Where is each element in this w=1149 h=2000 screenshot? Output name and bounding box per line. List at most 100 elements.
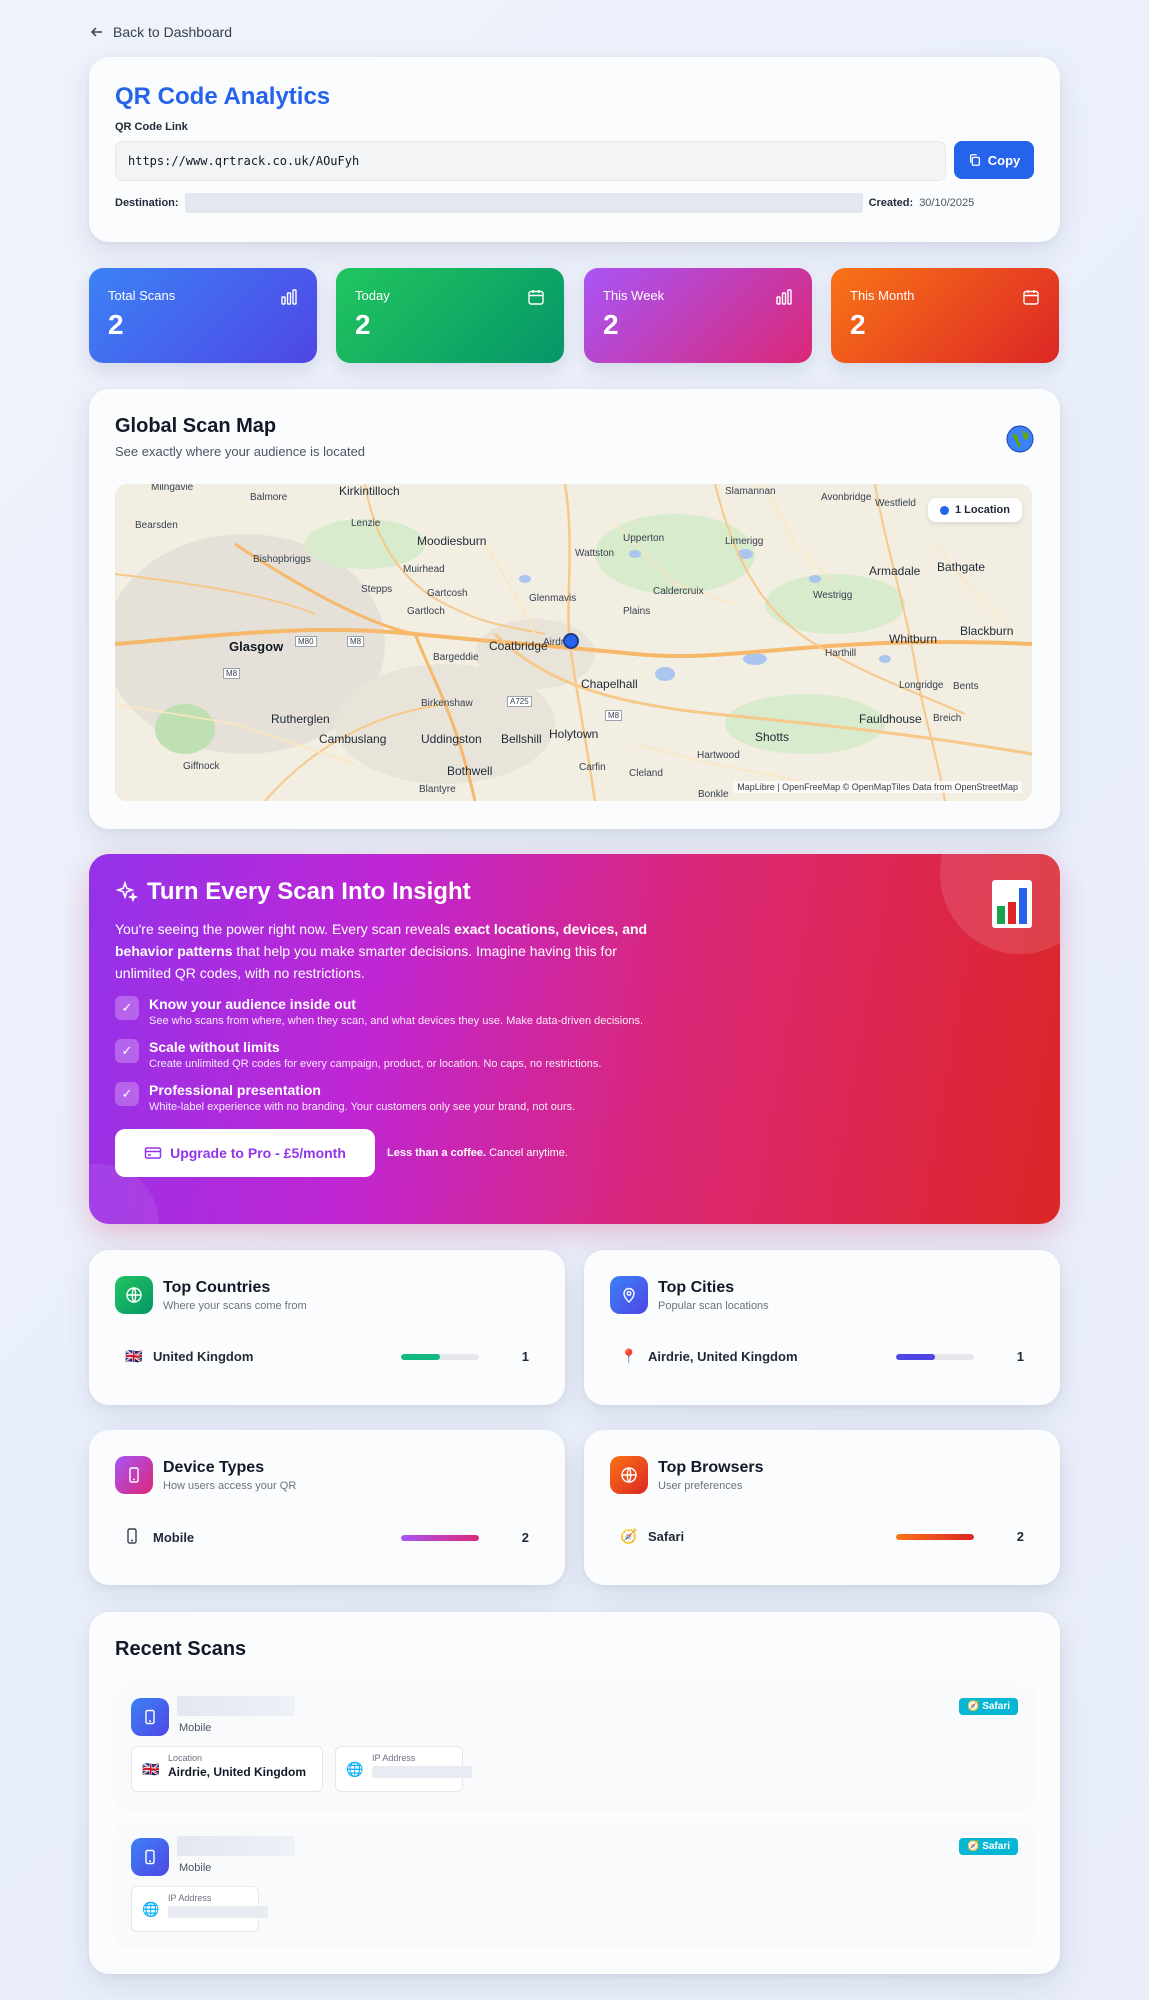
globe-icon xyxy=(610,1456,648,1494)
map-label: Bathgate xyxy=(937,560,986,574)
scan-map[interactable]: Milngavie Balmore Kirkintilloch Bearsden… xyxy=(115,484,1032,801)
card-subtitle: How users access your QR xyxy=(163,1480,297,1492)
card-subtitle: Where your scans come from xyxy=(163,1300,307,1312)
copy-icon xyxy=(969,154,980,166)
share-bar xyxy=(896,1353,974,1360)
smartphone-icon xyxy=(131,1698,169,1736)
map-label: Blantyre xyxy=(419,784,456,795)
page-title: QR Code Analytics xyxy=(115,83,331,110)
browser-row: 🧭 Safari 2 xyxy=(620,1528,1024,1545)
map-label: Cleland xyxy=(629,768,663,779)
calendar-icon xyxy=(528,290,544,305)
map-label: Bishopbriggs xyxy=(253,554,311,565)
ip-value-redacted xyxy=(168,1906,268,1918)
top-countries-card: Top Countries Where your scans come from… xyxy=(89,1250,565,1405)
device-name: Mobile xyxy=(153,1530,195,1545)
stat-this-month: This Month 2 xyxy=(831,268,1059,363)
map-label: Coatbridge xyxy=(489,639,548,653)
card-title: Top Cities xyxy=(658,1279,735,1296)
map-label: Kirkintilloch xyxy=(339,484,400,498)
card-title: Device Types xyxy=(163,1459,265,1476)
stat-label: This Week xyxy=(603,288,665,303)
location-info: 🇬🇧 Location Airdrie, United Kingdom xyxy=(131,1746,323,1792)
ip-info: 🌐 IP Address xyxy=(335,1746,472,1792)
map-label: Bellshill xyxy=(501,732,542,746)
map-label: Stepps xyxy=(361,584,393,595)
road-shield: M8 xyxy=(605,710,623,721)
ip-value-redacted xyxy=(372,1766,472,1778)
promo-title: Turn Every Scan Into Insight xyxy=(147,878,471,905)
ip-label: IP Address xyxy=(168,1893,212,1903)
map-label: Muirhead xyxy=(403,564,445,575)
scan-name-redacted xyxy=(177,1836,295,1856)
map-label: Longridge xyxy=(899,680,944,691)
device-types-card: Device Types How users access your QR Mo… xyxy=(89,1430,565,1585)
card-title: Top Browsers xyxy=(658,1459,764,1476)
map-label: Harthill xyxy=(825,648,857,659)
upgrade-button[interactable]: Upgrade to Pro - £5/month xyxy=(115,1129,375,1177)
map-title: Global Scan Map xyxy=(115,415,277,437)
scan-device: Mobile xyxy=(179,1862,212,1874)
recent-scans-card: Recent Scans Mobile 🧭 Safari 🇬🇧 Location… xyxy=(89,1612,1060,1974)
scan-name-redacted xyxy=(177,1696,295,1716)
card-subtitle: Popular scan locations xyxy=(658,1300,769,1312)
destination-label: Destination: xyxy=(115,197,179,209)
share-bar xyxy=(401,1353,479,1360)
map-label: Chapelhall xyxy=(581,677,638,691)
qr-link-field[interactable]: https://www.qrtrack.co.uk/AOuFyh xyxy=(115,141,946,181)
feature-item: ✓ Scale without limits Create unlimited Q… xyxy=(115,1039,1034,1070)
share-bar xyxy=(896,1533,974,1540)
road-shield: A725 xyxy=(507,696,532,707)
scan-entry[interactable]: Mobile 🧭 Safari 🇬🇧 Location Airdrie, Uni… xyxy=(115,1682,1034,1808)
map-label: Avonbridge xyxy=(821,492,872,503)
credit-card-icon xyxy=(144,1147,162,1159)
globe-icon xyxy=(1006,425,1034,453)
map-label: Gartloch xyxy=(407,606,445,617)
promo-description: You're seeing the power right now. Every… xyxy=(115,918,655,984)
feature-desc: White-label experience with no branding.… xyxy=(149,1101,576,1113)
created-label: Created: xyxy=(868,197,914,209)
map-label: Bothwell xyxy=(447,764,493,778)
card-subtitle: User preferences xyxy=(658,1480,743,1492)
stat-value: 2 xyxy=(355,309,371,340)
scan-location-marker[interactable] xyxy=(563,633,579,649)
browser-badge-label: Safari xyxy=(982,1841,1010,1852)
map-label: Limerigg xyxy=(725,536,764,547)
country-name: United Kingdom xyxy=(153,1349,254,1364)
country-row: 🇬🇧 United Kingdom 1 xyxy=(125,1348,529,1365)
map-label: Blackburn xyxy=(960,624,1014,638)
stat-total-scans: Total Scans 2 xyxy=(89,268,317,363)
map-label: Breich xyxy=(933,713,962,724)
feature-item: ✓ Professional presentation White-label e… xyxy=(115,1082,1034,1113)
map-attribution[interactable]: MapLibre | OpenFreeMap © OpenMapTiles Da… xyxy=(733,781,1022,793)
map-label: Uddingston xyxy=(421,732,482,746)
globe-icon xyxy=(115,1276,153,1314)
share-bar-fill xyxy=(401,1353,440,1360)
stat-value: 2 xyxy=(603,309,619,340)
back-to-dashboard-link[interactable]: Back to Dashboard xyxy=(89,24,232,40)
road-shield: M8 xyxy=(223,668,241,679)
map-label: Holytown xyxy=(549,727,599,741)
map-label: Cambuslang xyxy=(319,732,387,746)
scan-entry[interactable]: Mobile 🧭 Safari 🌐 IP Address xyxy=(115,1822,1034,1946)
map-label: Armadale xyxy=(869,564,921,578)
browser-name: Safari xyxy=(648,1529,685,1544)
feature-title: Professional presentation xyxy=(149,1082,321,1098)
browser-badge: 🧭 Safari xyxy=(958,1838,1018,1855)
city-row: 📍 Airdrie, United Kingdom 1 xyxy=(620,1348,1024,1365)
map-label: Bargeddie xyxy=(433,652,479,663)
map-label: Balmore xyxy=(250,492,288,503)
top-browsers-card: Top Browsers User preferences 🧭 Safari 2 xyxy=(584,1430,1060,1585)
map-label: Bonkle xyxy=(698,789,729,800)
browser-badge-label: Safari xyxy=(982,1701,1010,1712)
qr-header-card: QR Code Analytics QR Code Link https://w… xyxy=(89,57,1060,242)
chart-emoji-icon xyxy=(992,880,1032,928)
feature-title: Scale without limits xyxy=(149,1039,280,1055)
city-name: Airdrie, United Kingdom xyxy=(648,1349,798,1364)
copy-button[interactable]: Copy xyxy=(954,141,1034,179)
map-label: Hartwood xyxy=(697,750,740,761)
qr-link-label: QR Code Link xyxy=(115,121,188,133)
share-bar xyxy=(401,1534,479,1541)
map-label: Milngavie xyxy=(151,484,194,493)
device-count: 2 xyxy=(521,1530,529,1545)
